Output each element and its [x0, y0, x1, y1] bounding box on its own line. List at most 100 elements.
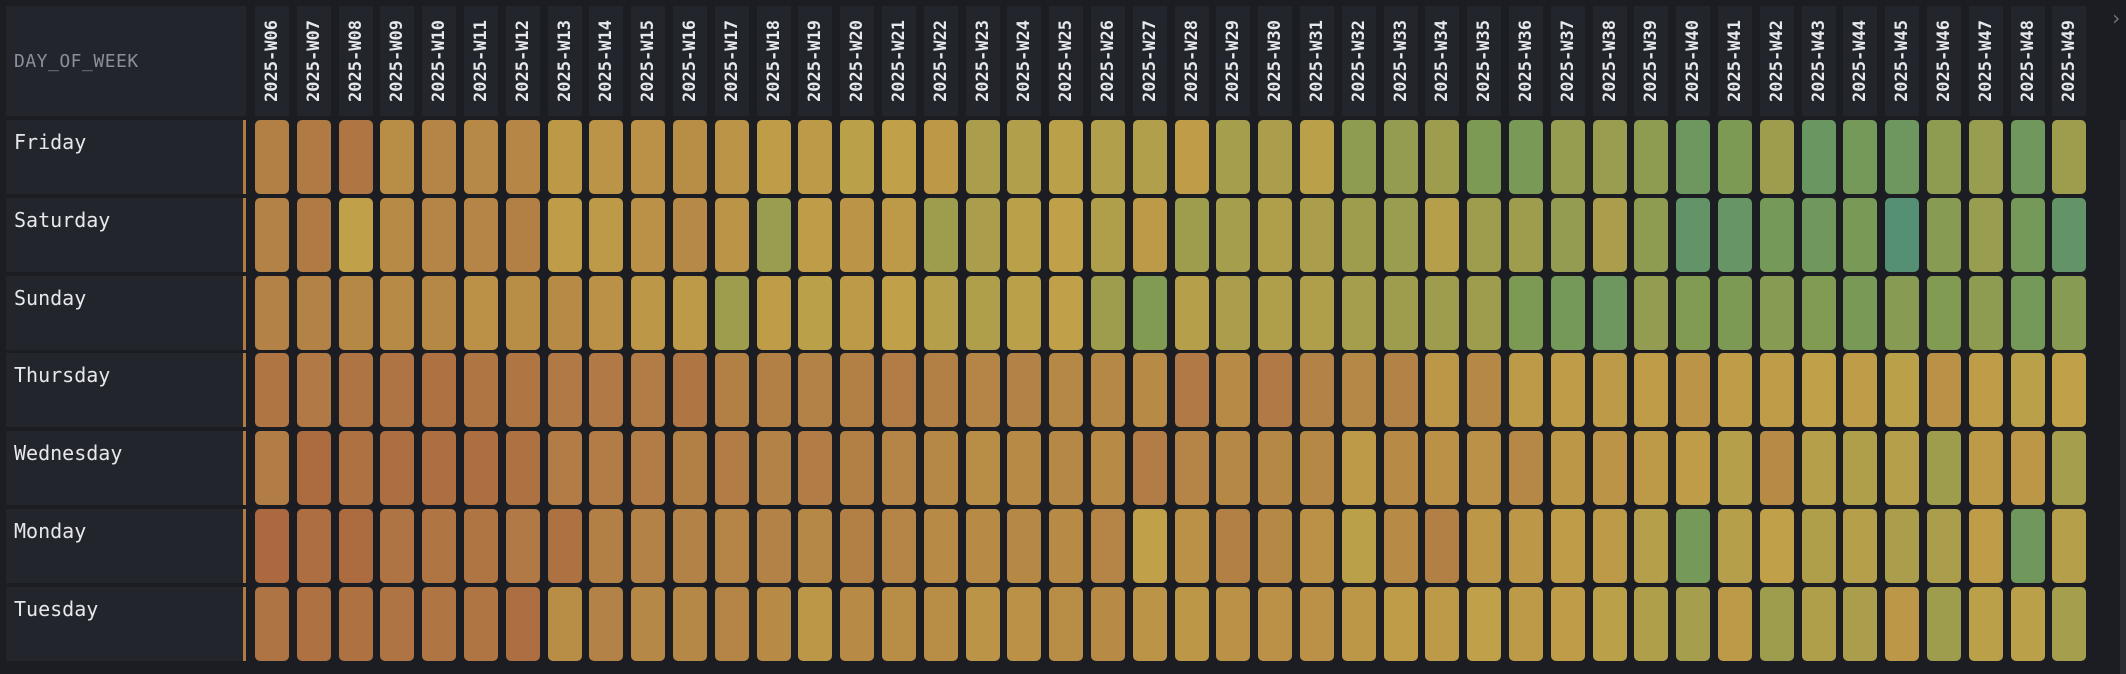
column-header[interactable]: 2025-W20 — [840, 6, 875, 116]
heatmap-cell[interactable] — [1383, 120, 1418, 194]
heatmap-cell[interactable] — [965, 509, 1000, 583]
heatmap-cell[interactable] — [2052, 586, 2087, 661]
heatmap-cell[interactable] — [631, 120, 666, 194]
heatmap-cell[interactable] — [2010, 197, 2045, 272]
heatmap-cell[interactable] — [673, 197, 707, 272]
heatmap-cell[interactable] — [1592, 120, 1627, 194]
heatmap-cell[interactable] — [1676, 431, 1711, 506]
heatmap-cell[interactable] — [1216, 275, 1251, 350]
heatmap-cell[interactable] — [422, 509, 457, 583]
heatmap-cell[interactable] — [1592, 586, 1627, 661]
column-header[interactable]: 2025-W28 — [1174, 6, 1209, 116]
heatmap-cell[interactable] — [1007, 509, 1042, 583]
heatmap-cell[interactable] — [296, 353, 331, 428]
heatmap-cell[interactable] — [422, 353, 457, 428]
heatmap-cell[interactable] — [1216, 197, 1251, 272]
heatmap-cell[interactable] — [1843, 275, 1878, 350]
heatmap-cell[interactable] — [756, 275, 791, 350]
heatmap-cell[interactable] — [1258, 197, 1293, 272]
heatmap-cell[interactable] — [589, 275, 624, 350]
heatmap-cell[interactable] — [923, 431, 958, 506]
heatmap-cell[interactable] — [255, 353, 289, 428]
heatmap-cell[interactable] — [673, 120, 707, 194]
heatmap-cell[interactable] — [1467, 120, 1502, 194]
heatmap-cell[interactable] — [798, 586, 833, 661]
heatmap-cell[interactable] — [1927, 120, 1961, 194]
heatmap-cell[interactable] — [338, 197, 373, 272]
heatmap-cell[interactable] — [756, 509, 791, 583]
heatmap-cell[interactable] — [1718, 275, 1752, 350]
heatmap-cell[interactable] — [1174, 353, 1209, 428]
heatmap-cell[interactable] — [1341, 509, 1376, 583]
heatmap-cell[interactable] — [1968, 275, 2003, 350]
heatmap-cell[interactable] — [1843, 197, 1878, 272]
heatmap-cell[interactable] — [1509, 431, 1543, 506]
column-header[interactable]: 2025-W24 — [1007, 6, 1042, 116]
heatmap-cell[interactable] — [2052, 197, 2087, 272]
heatmap-cell[interactable] — [1718, 586, 1752, 661]
heatmap-cell[interactable] — [1843, 120, 1878, 194]
heatmap-cell[interactable] — [380, 353, 415, 428]
heatmap-cell[interactable] — [1216, 353, 1251, 428]
heatmap-cell[interactable] — [547, 197, 582, 272]
heatmap-cell[interactable] — [2052, 431, 2087, 506]
column-header[interactable]: 2025-W29 — [1216, 6, 1251, 116]
heatmap-cell[interactable] — [296, 275, 331, 350]
heatmap-cell[interactable] — [1676, 353, 1711, 428]
heatmap-cell[interactable] — [673, 586, 707, 661]
heatmap-cell[interactable] — [1885, 353, 1920, 428]
heatmap-cell[interactable] — [923, 275, 958, 350]
column-header[interactable]: 2025-W09 — [380, 6, 415, 116]
heatmap-cell[interactable] — [1968, 353, 2003, 428]
heatmap-cell[interactable] — [464, 353, 498, 428]
column-header[interactable]: 2025-W36 — [1509, 6, 1543, 116]
column-header[interactable]: 2025-W31 — [1300, 6, 1334, 116]
heatmap-cell[interactable] — [1300, 197, 1334, 272]
heatmap-cell[interactable] — [1718, 509, 1752, 583]
column-header[interactable]: 2025-W10 — [422, 6, 457, 116]
heatmap-cell[interactable] — [1759, 120, 1794, 194]
heatmap-cell[interactable] — [338, 431, 373, 506]
heatmap-cell[interactable] — [1634, 509, 1669, 583]
heatmap-cell[interactable] — [1341, 586, 1376, 661]
heatmap-cell[interactable] — [296, 509, 331, 583]
heatmap-cell[interactable] — [1843, 509, 1878, 583]
heatmap-cell[interactable] — [1885, 197, 1920, 272]
heatmap-cell[interactable] — [631, 431, 666, 506]
scroll-right-icon[interactable]: › — [2108, 6, 2124, 36]
heatmap-cell[interactable] — [547, 275, 582, 350]
heatmap-cell[interactable] — [1383, 197, 1418, 272]
heatmap-cell[interactable] — [1300, 275, 1334, 350]
heatmap-cell[interactable] — [1049, 509, 1084, 583]
heatmap-cell[interactable] — [673, 275, 707, 350]
heatmap-cell[interactable] — [1258, 275, 1293, 350]
heatmap-cell[interactable] — [2052, 353, 2087, 428]
heatmap-cell[interactable] — [1300, 509, 1334, 583]
heatmap-cell[interactable] — [1592, 275, 1627, 350]
heatmap-cell[interactable] — [965, 431, 1000, 506]
heatmap-cell[interactable] — [380, 586, 415, 661]
heatmap-cell[interactable] — [1174, 275, 1209, 350]
heatmap-cell[interactable] — [2010, 509, 2045, 583]
heatmap-cell[interactable] — [1091, 431, 1125, 506]
column-header[interactable]: 2025-W22 — [923, 6, 958, 116]
heatmap-cell[interactable] — [1927, 197, 1961, 272]
heatmap-cell[interactable] — [1091, 586, 1125, 661]
heatmap-cell[interactable] — [1425, 197, 1460, 272]
column-header[interactable]: 2025-W19 — [798, 6, 833, 116]
heatmap-cell[interactable] — [1049, 197, 1084, 272]
heatmap-cell[interactable] — [1467, 431, 1502, 506]
heatmap-cell[interactable] — [1801, 197, 1836, 272]
heatmap-cell[interactable] — [422, 197, 457, 272]
column-header[interactable]: 2025-W11 — [464, 6, 498, 116]
heatmap-cell[interactable] — [547, 120, 582, 194]
heatmap-cell[interactable] — [1550, 197, 1585, 272]
heatmap-cell[interactable] — [1091, 275, 1125, 350]
heatmap-cell[interactable] — [1885, 586, 1920, 661]
heatmap-cell[interactable] — [1509, 353, 1543, 428]
heatmap-cell[interactable] — [589, 353, 624, 428]
column-header[interactable]: 2025-W42 — [1759, 6, 1794, 116]
heatmap-cell[interactable] — [1216, 431, 1251, 506]
heatmap-cell[interactable] — [1634, 431, 1669, 506]
heatmap-cell[interactable] — [1550, 509, 1585, 583]
